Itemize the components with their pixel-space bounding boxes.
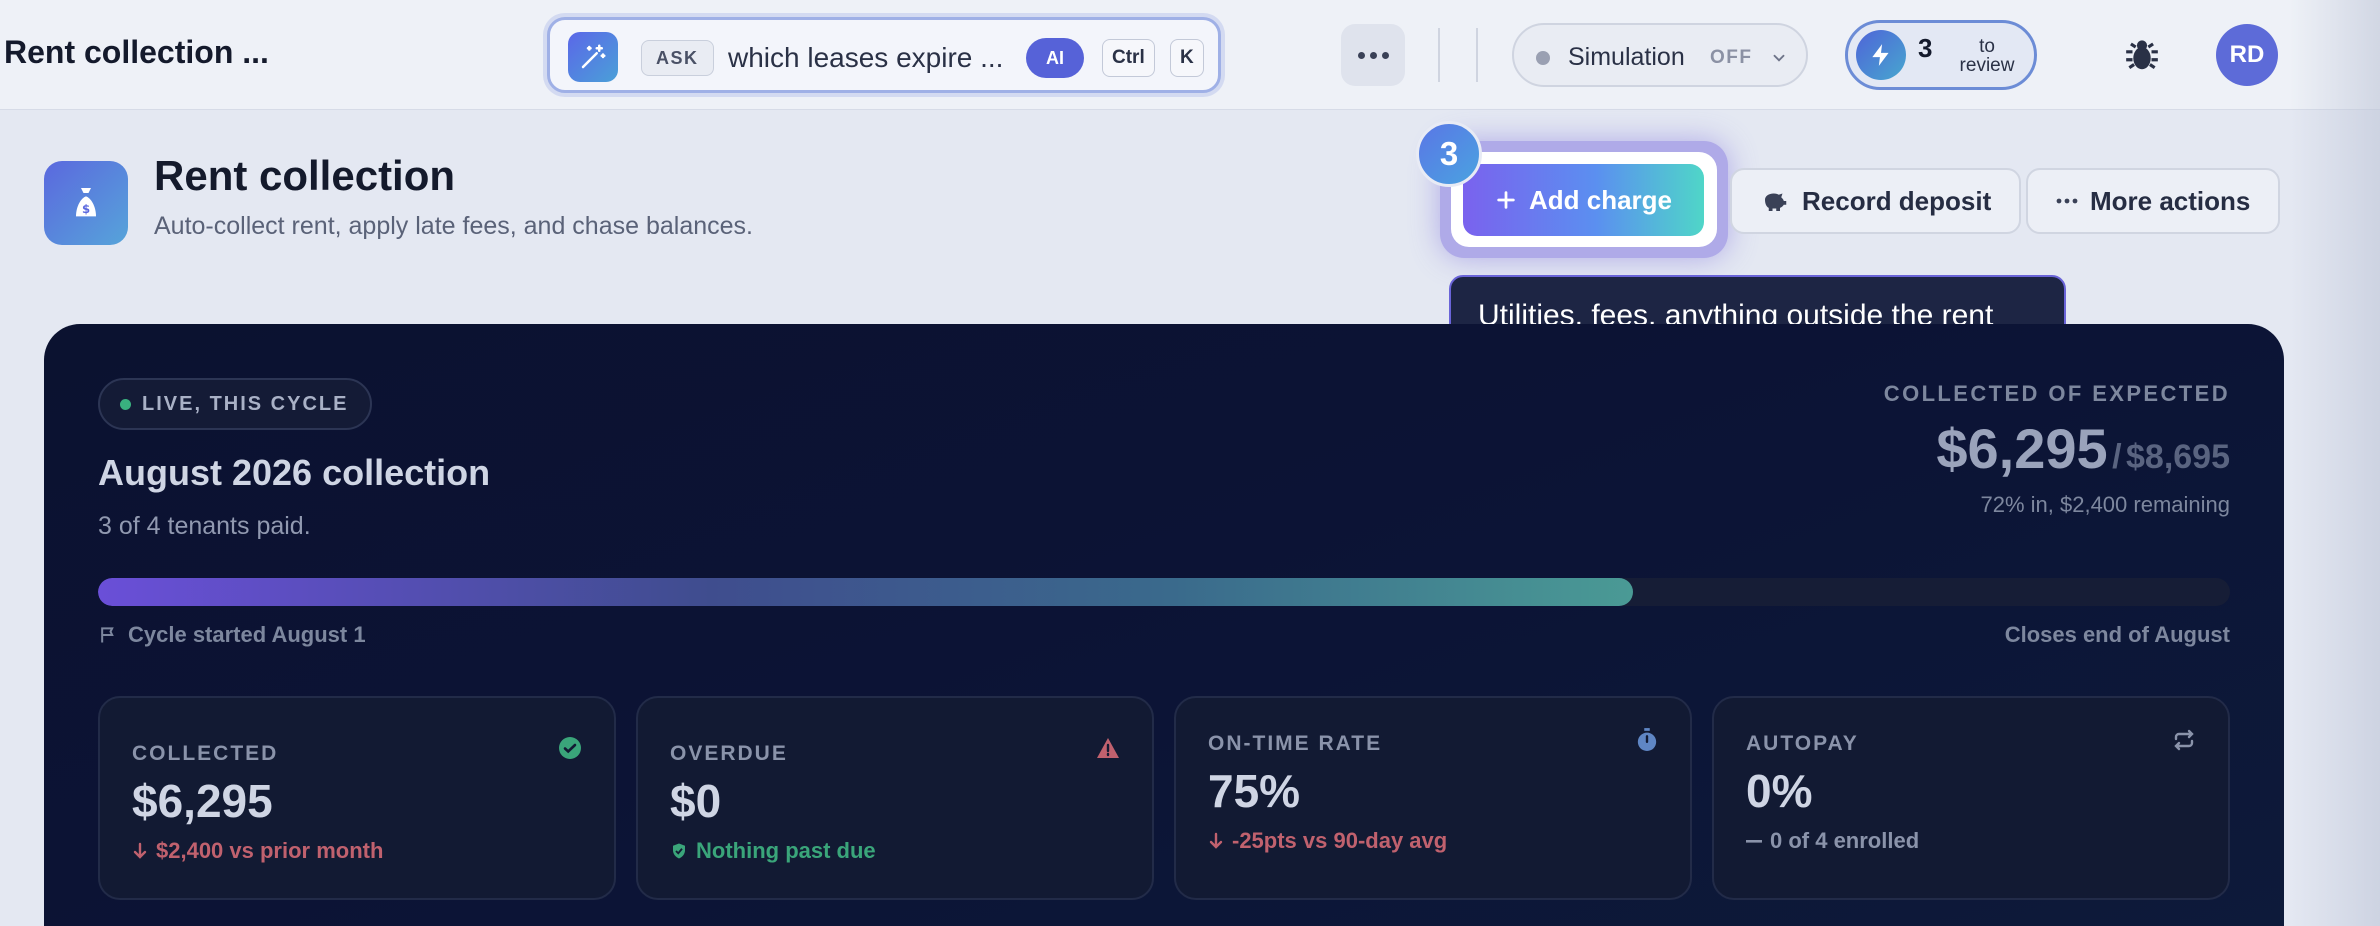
arrow-down-icon [133, 842, 147, 859]
stat-value: $6,295 [132, 775, 273, 827]
dot-icon [1369, 51, 1377, 59]
review-count: 3 [1918, 33, 1933, 63]
stat-note-text: Nothing past due [696, 838, 876, 863]
dot-icon [1381, 51, 1389, 59]
step-badge: 3 [1416, 121, 1482, 187]
stat-note-text: $2,400 vs prior month [156, 838, 384, 863]
stat-value: $0 [670, 775, 722, 827]
edge-shade [2290, 0, 2380, 926]
more-actions-button[interactable]: More actions [2026, 168, 2281, 234]
chevron-down-icon [1773, 54, 1785, 62]
amount-separator: / [2112, 438, 2122, 476]
money-bag-icon: $ [44, 161, 128, 245]
expected-amount: $8,695 [2126, 438, 2230, 476]
arrow-down-icon [1209, 832, 1223, 849]
divider [1438, 28, 1440, 82]
cycle-start: Cycle started August 1 [98, 622, 366, 648]
svg-text:$: $ [82, 202, 90, 216]
collected-of-expected-amount: $6,295 / $8,695 [1936, 416, 2230, 481]
stat-card-on-time-rate: ON-TIME RATE 75% -25pts vs 90-day avg [1174, 696, 1692, 900]
simulation-state: OFF [1710, 47, 1753, 68]
stat-label: OVERDUE [670, 742, 788, 765]
live-label: LIVE, THIS CYCLE [142, 393, 349, 415]
plus-icon [1497, 191, 1515, 209]
live-dot [120, 399, 131, 410]
ellipsis-icon [2056, 198, 2078, 204]
stat-note: 0 of 4 enrolled [1746, 828, 1919, 854]
stat-note-text: 0 of 4 enrolled [1770, 828, 1920, 853]
ai-chip[interactable]: AI [1026, 38, 1084, 78]
flag-icon [101, 627, 114, 643]
collected-of-expected-label: COLLECTED OF EXPECTED [1883, 381, 2230, 406]
stat-note: $2,400 vs prior month [132, 838, 383, 864]
stat-note: Nothing past due [670, 838, 876, 864]
piggy-bank-icon [1765, 193, 1787, 211]
stat-card-collected: COLLECTED $6,295 $2,400 vs prior month [98, 696, 616, 900]
status-dot [1536, 51, 1550, 65]
record-deposit-button[interactable]: Record deposit [1730, 168, 2022, 234]
stopwatch-icon [1637, 728, 1657, 751]
app-title: Rent collection ... [4, 34, 269, 70]
top-bar: Rent collection ... ASK which leases exp… [0, 0, 2380, 110]
collected-amount: $6,295 [1936, 417, 2108, 480]
warning-icon [1097, 738, 1119, 758]
stat-card-overdue: OVERDUE $0 Nothing past due [636, 696, 1154, 900]
ask-chip: ASK [641, 40, 714, 76]
review-label: to review [1959, 36, 2015, 76]
page-title: Rent collection [154, 152, 456, 199]
repeat-icon [2174, 729, 2194, 751]
check-circle-icon [559, 737, 581, 759]
dot-icon [1357, 51, 1365, 59]
collection-summary-card: LIVE, THIS CYCLE August 2026 collection … [44, 324, 2284, 926]
page-subtitle: Auto-collect rent, apply late fees, and … [154, 212, 753, 240]
divider [1476, 28, 1478, 82]
stat-note: -25pts vs 90-day avg [1208, 828, 1447, 854]
stat-label: AUTOPAY [1746, 732, 1859, 755]
stat-card-autopay: AUTOPAY 0% 0 of 4 enrolled [1712, 696, 2230, 900]
shield-check-icon [673, 843, 685, 859]
more-options-button[interactable] [1341, 24, 1405, 86]
more-actions-label: More actions [2090, 185, 2251, 216]
live-badge: LIVE, THIS CYCLE [98, 378, 373, 430]
lightning-icon [1856, 30, 1906, 80]
magic-wand-icon [568, 32, 618, 82]
record-deposit-label: Record deposit [1802, 185, 1992, 216]
simulation-label: Simulation [1568, 43, 1685, 71]
kbd-ctrl: Ctrl [1102, 39, 1155, 77]
collection-progress-fill [98, 578, 1634, 606]
cycle-end: Closes end of August [2004, 622, 2230, 647]
stat-value: 75% [1208, 765, 1301, 817]
cycle-start-text: Cycle started August 1 [128, 622, 366, 647]
kbd-k: K [1170, 39, 1204, 77]
stat-label: ON-TIME RATE [1208, 732, 1383, 755]
stat-label: COLLECTED [132, 742, 279, 765]
stat-value: 0% [1746, 765, 1813, 817]
collection-progress-bar [98, 578, 2230, 606]
stat-note-text: -25pts vs 90-day avg [1232, 828, 1448, 853]
ask-query-text[interactable]: which leases expire ... [728, 40, 1003, 76]
dash-icon [1746, 840, 1762, 843]
simulation-toggle[interactable]: Simulation OFF [1512, 23, 1808, 87]
bug-icon[interactable] [2123, 36, 2161, 74]
avatar[interactable]: RD [2216, 24, 2278, 86]
progress-note: 72% in, $2,400 remaining [1980, 492, 2231, 517]
cycle-subtitle: 3 of 4 tenants paid. [98, 512, 311, 540]
add-charge-button[interactable]: Add charge [1463, 164, 1704, 236]
review-button[interactable]: 3 to review [1845, 20, 2037, 90]
ask-search-bar[interactable]: ASK which leases expire ... AI Ctrl K [547, 17, 1221, 93]
add-charge-label: Add charge [1528, 184, 1673, 215]
cycle-title: August 2026 collection [98, 452, 491, 493]
